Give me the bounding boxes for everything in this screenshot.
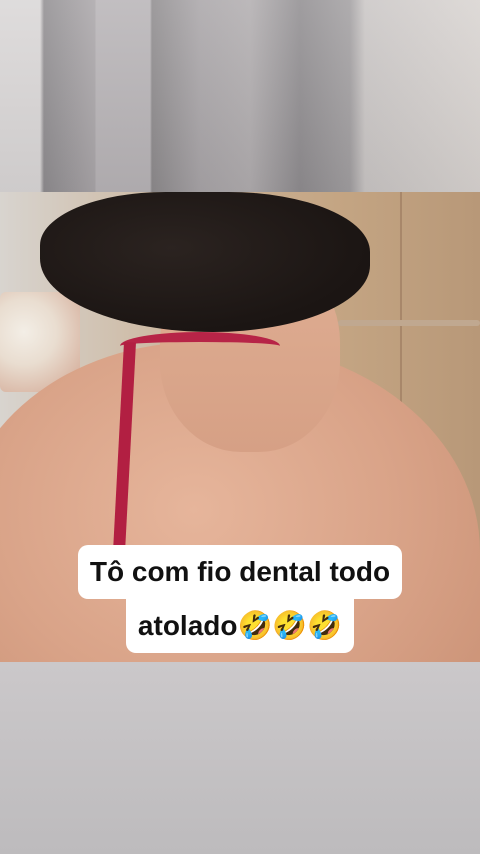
video-caption: Tô com fio dental todo atolado🤣🤣🤣 [0, 545, 480, 653]
blurred-bottom-background [0, 662, 480, 854]
cabinet-handle [338, 320, 480, 326]
caption-line-1: Tô com fio dental todo [77, 545, 403, 599]
video-frame-container: Tô com fio dental todo atolado🤣🤣🤣 [0, 0, 480, 854]
caption-line-2: atolado🤣🤣🤣 [125, 599, 355, 653]
halter-strap-neck [120, 332, 280, 360]
blurred-top-background [0, 0, 480, 192]
